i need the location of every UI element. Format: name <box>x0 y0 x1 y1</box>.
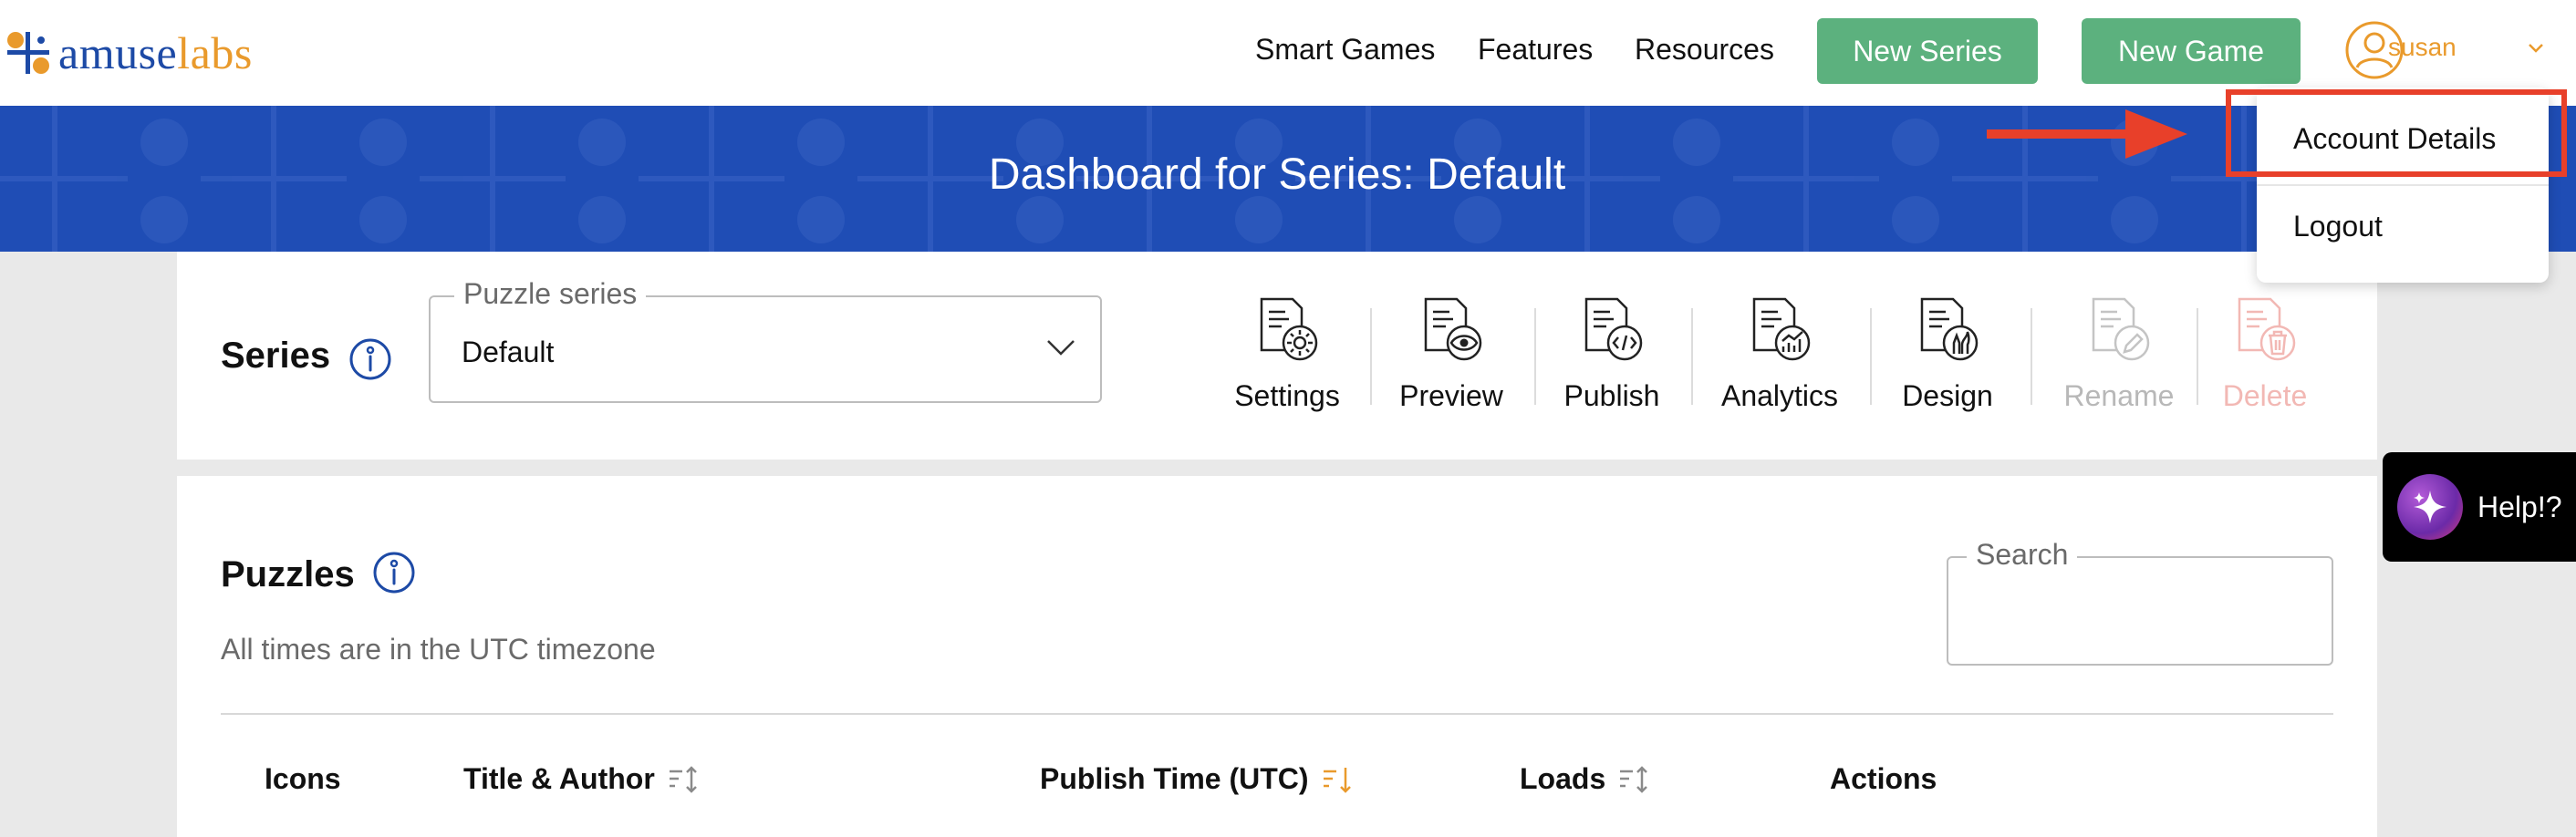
menu-divider <box>2257 184 2549 186</box>
help-label: Help!? <box>2477 490 2562 523</box>
top-nav-bar: amuselabs Smart Games Features Resources… <box>0 0 2576 106</box>
preview-tool-button[interactable]: Preview <box>1374 295 1529 430</box>
puzzle-series-value: Default <box>462 336 555 368</box>
doc-pencil-icon <box>2092 297 2150 361</box>
logo-mark-icon <box>7 32 49 74</box>
sort-icon[interactable] <box>1618 765 1649 793</box>
annotation-highlight-box <box>2226 89 2567 177</box>
delete-tool-label: Delete <box>2222 379 2308 412</box>
doc-chart-icon <box>1752 297 1811 361</box>
settings-tool-button[interactable]: Settings <box>1210 295 1365 430</box>
amuselabs-logo[interactable]: amuselabs <box>5 27 253 78</box>
series-info-icon[interactable] <box>348 337 392 381</box>
username-label[interactable]: susan <box>2388 33 2457 62</box>
search-input[interactable]: Search <box>1947 538 2333 666</box>
logo-wordmark: amuselabs <box>58 27 253 78</box>
rename-tool-label: Rename <box>2063 379 2175 412</box>
doc-code-icon <box>1584 297 1643 361</box>
toolbar-divider <box>2031 308 2032 405</box>
toolbar-divider <box>1370 308 1372 405</box>
design-tool-button[interactable]: Design <box>1870 295 2025 430</box>
nav-link-smart-games[interactable]: Smart Games <box>1255 33 1435 67</box>
puzzle-series-select[interactable]: Puzzle series Default <box>429 277 1102 403</box>
table-divider <box>221 713 2333 715</box>
doc-gear-icon <box>1260 297 1318 361</box>
rename-tool-button[interactable]: Rename <box>2041 295 2197 430</box>
search-label: Search <box>1967 538 2078 572</box>
doc-eye-icon <box>1424 297 1482 361</box>
new-series-button[interactable]: New Series <box>1817 18 2038 84</box>
annotation-arrow-icon <box>1987 109 2187 159</box>
new-game-button[interactable]: New Game <box>2082 18 2301 84</box>
analytics-tool-button[interactable]: Analytics <box>1702 295 1857 430</box>
column-header-loads[interactable]: Loads <box>1520 762 1649 796</box>
series-card: Series Puzzle series Default Settings Pr… <box>177 252 2377 460</box>
design-tool-label: Design <box>1902 379 1993 412</box>
delete-tool-button[interactable]: Delete <box>2187 295 2342 430</box>
puzzles-info-icon[interactable] <box>372 551 416 594</box>
preview-tool-label: Preview <box>1399 379 1503 412</box>
chevron-down-icon[interactable] <box>2527 38 2545 57</box>
puzzles-heading: Puzzles <box>221 554 355 594</box>
settings-tool-label: Settings <box>1234 379 1340 412</box>
timezone-note: All times are in the UTC timezone <box>221 633 656 666</box>
nav-link-resources[interactable]: Resources <box>1635 33 1774 67</box>
series-heading: Series <box>221 336 331 376</box>
puzzles-card: Puzzles All times are in the UTC timezon… <box>177 476 2377 837</box>
nav-link-features[interactable]: Features <box>1478 33 1593 67</box>
column-header-publish-time[interactable]: Publish Time (UTC) <box>1040 762 1353 796</box>
toolbar-divider <box>1691 308 1693 405</box>
puzzle-series-label: Puzzle series <box>454 277 647 311</box>
column-header-title-author[interactable]: Title & Author <box>463 762 699 796</box>
help-widget-button[interactable]: Help!? <box>2383 452 2576 562</box>
publish-tool-label: Publish <box>1563 379 1660 412</box>
sort-descending-icon[interactable] <box>1322 766 1353 793</box>
analytics-tool-label: Analytics <box>1720 379 1839 412</box>
menu-item-logout[interactable]: Logout <box>2293 210 2383 243</box>
dashboard-banner: Dashboard for Series: Default <box>0 106 2576 252</box>
doc-trash-icon <box>2238 297 2296 361</box>
column-header-icons: Icons <box>265 762 341 795</box>
publish-tool-button[interactable]: Publish <box>1534 295 1689 430</box>
sparkle-icon <box>2397 474 2463 540</box>
sort-icon[interactable] <box>668 765 699 793</box>
doc-brush-icon <box>1920 297 1979 361</box>
column-header-actions: Actions <box>1830 762 1937 795</box>
chevron-down-icon <box>1047 340 1075 356</box>
